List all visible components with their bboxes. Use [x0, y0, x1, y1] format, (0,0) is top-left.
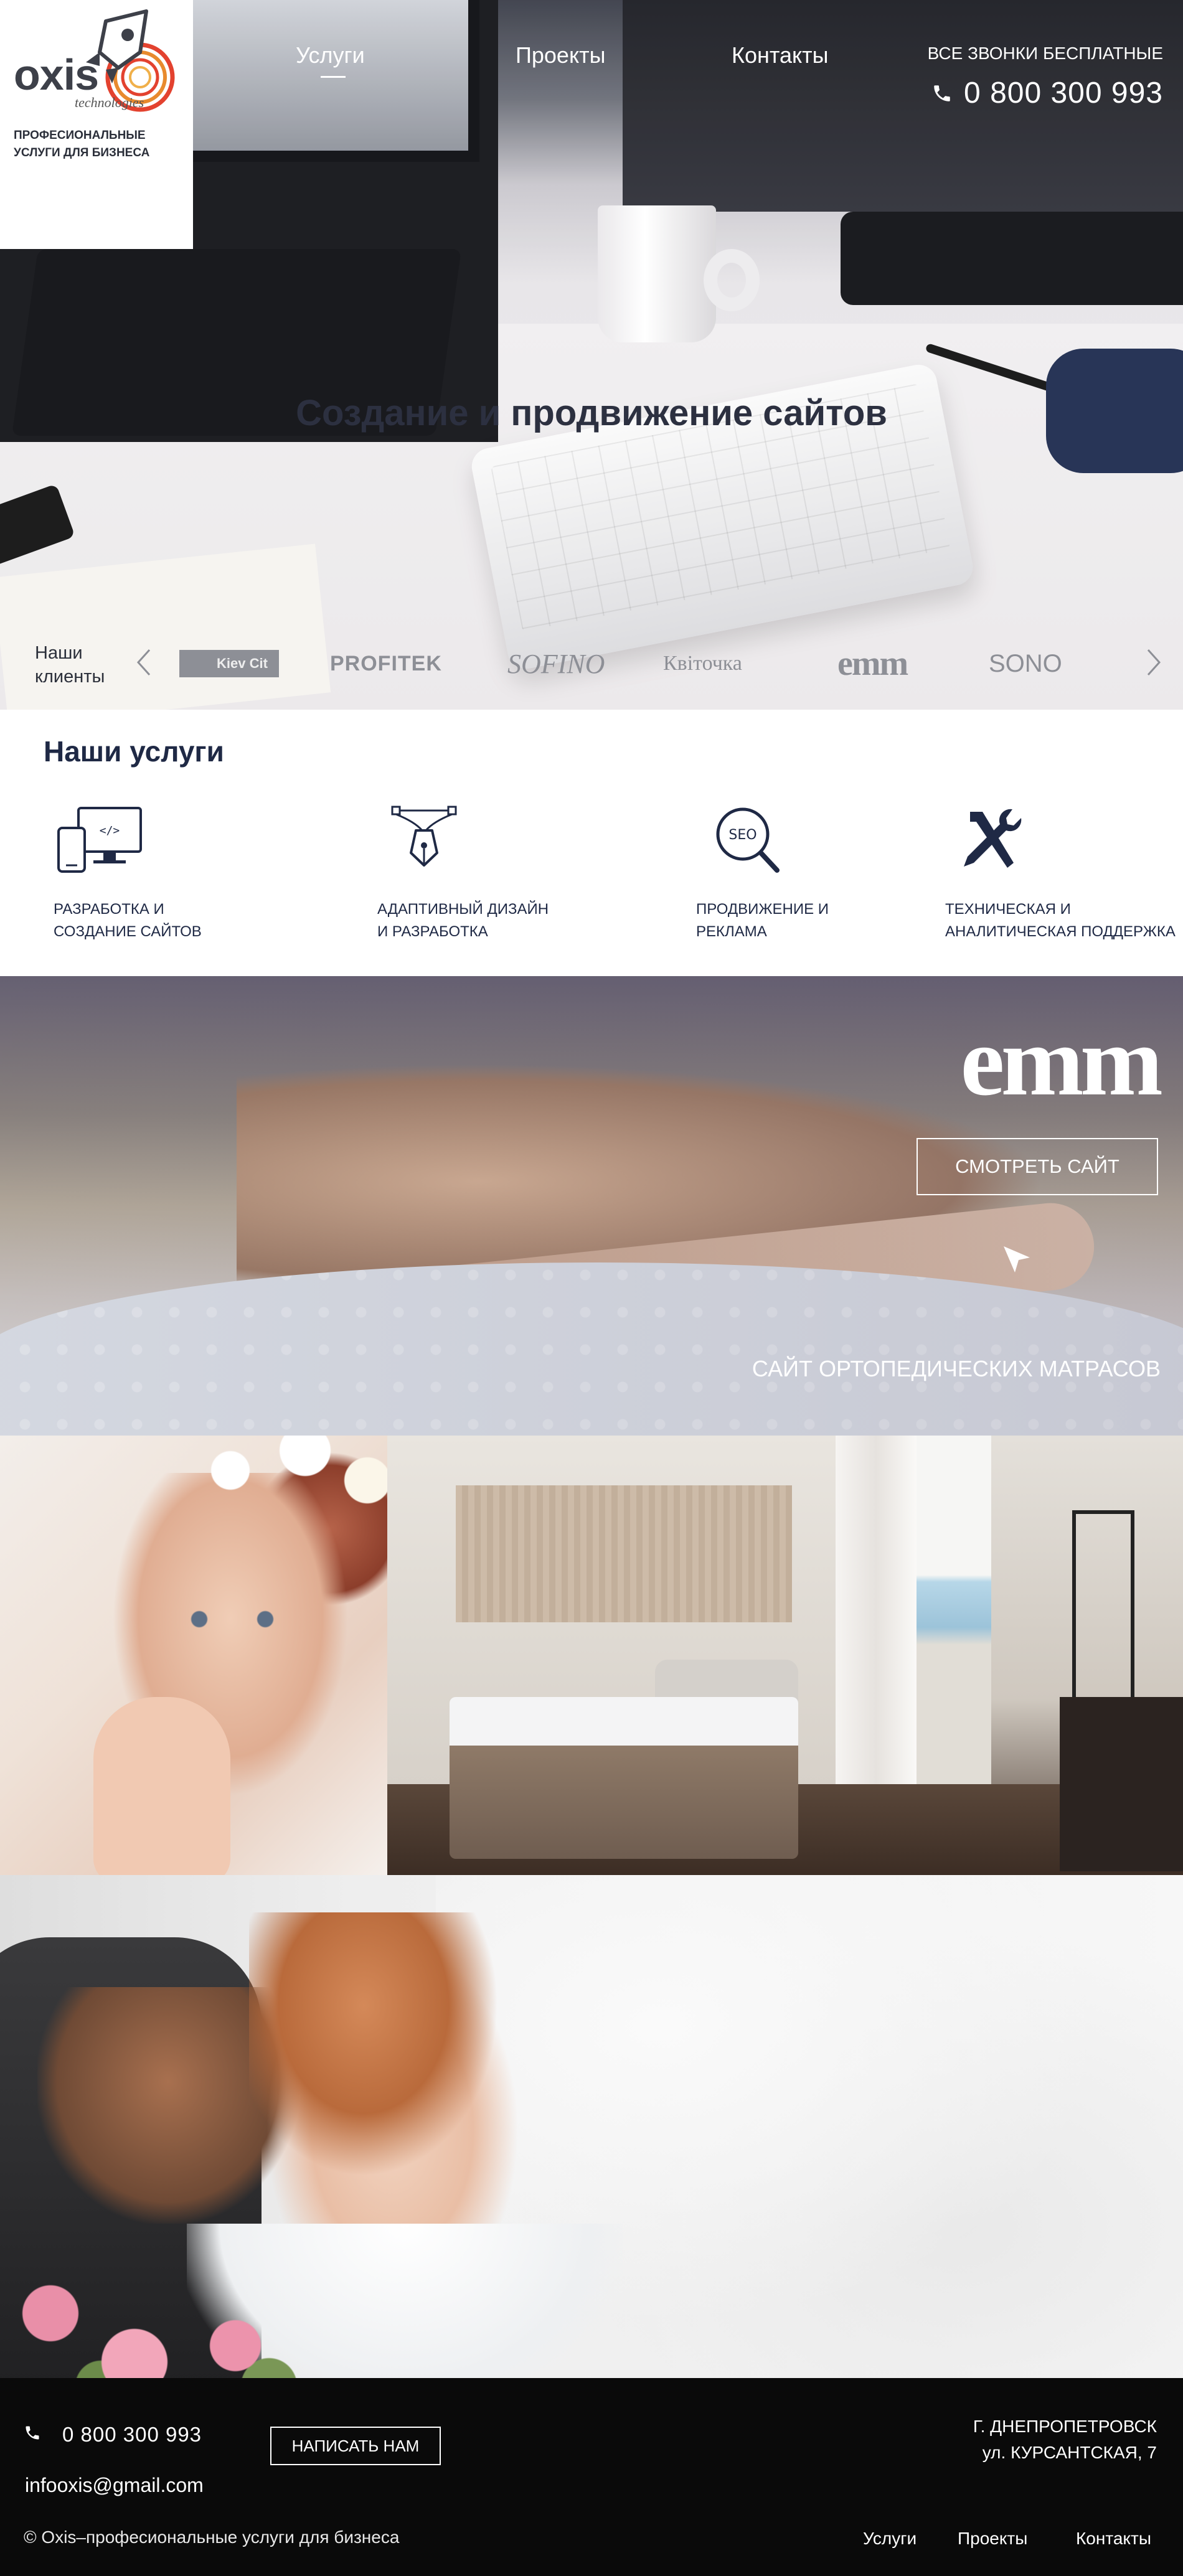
logo-block[interactable]: oxis technologies ПРОФЕСИОНАЛЬНЫЕ УСЛУГИ… — [0, 0, 193, 249]
footer-street: ул. КУРСАНТСКАЯ, 7 — [982, 2443, 1157, 2462]
service-label: АДАПТИВНЫЙ ДИЗАЙН И РАЗРАБОТКА — [377, 898, 549, 943]
photo-curtain — [836, 1436, 917, 1784]
svg-text:</>: </> — [100, 824, 120, 837]
project-logo-emm: emm — [960, 1005, 1163, 1116]
footer-nav-services[interactable]: Услуги — [863, 2529, 917, 2549]
chevron-left-icon[interactable] — [136, 647, 152, 677]
gallery-photo-hotel-room[interactable] — [387, 1436, 1183, 1875]
client-logo-profitek[interactable]: PROFITEK — [330, 645, 442, 682]
service-label-line2: АНАЛИТИЧЕСКАЯ ПОДДЕРЖКА — [945, 923, 1176, 940]
logo-wordmark: oxis — [14, 50, 99, 99]
service-label: РАЗРАБОТКА И СОЗДАНИЕ САЙТОВ — [54, 898, 202, 943]
footer-phone-number: 0 800 300 993 — [62, 2423, 202, 2446]
phone-icon — [931, 83, 953, 104]
service-label-line2: РЕКЛАМА — [696, 923, 767, 940]
svg-text:SEO: SEO — [728, 827, 756, 843]
service-label-line1: РАЗРАБОТКА И — [54, 901, 164, 918]
clients-label: Наши клиенты — [35, 641, 105, 689]
client-logo-sofino[interactable]: SOFINO — [507, 645, 605, 682]
clients-label-line1: Наши — [35, 643, 83, 663]
service-label-line1: АДАПТИВНЫЙ ДИЗАЙН — [377, 901, 549, 918]
pen-tool-icon — [391, 806, 457, 867]
footer-email-link[interactable]: infooxis@gmail.com — [25, 2474, 204, 2497]
seo-magnifier-icon: SEO — [716, 807, 780, 873]
hero-title: Создание и продвижение сайтов — [296, 393, 887, 433]
client-logo-kievcity[interactable]: Kiev Cit — [179, 645, 279, 682]
hero-section: oxis technologies ПРОФЕСИОНАЛЬНЫЕ УСЛУГИ… — [0, 0, 1183, 710]
service-label-line2: СОЗДАНИЕ САЙТОВ — [54, 923, 202, 940]
cursor-arrow-icon — [1004, 1246, 1030, 1272]
photo-headboard-panel — [456, 1485, 792, 1622]
service-adaptive-design[interactable]: АДАПТИВНЫЙ ДИЗАЙН И РАЗРАБОТКА — [377, 803, 549, 943]
photo-window — [917, 1436, 991, 1784]
devices-code-icon: </> — [57, 807, 142, 873]
photo-bouquet — [0, 2249, 336, 2378]
photo-shelf — [1072, 1510, 1134, 1697]
nav-active-underline — [321, 76, 346, 78]
service-label-line2: И РАЗРАБОТКА — [377, 923, 488, 940]
service-label-line1: ТЕХНИЧЕСКАЯ И — [945, 901, 1071, 918]
client-logo-emm[interactable]: emm — [837, 644, 908, 683]
photo-hand — [93, 1697, 230, 1875]
phone-icon — [24, 2423, 41, 2447]
tools-icon — [964, 809, 1022, 868]
footer-phone[interactable]: 0 800 300 993 — [24, 2423, 202, 2447]
photo-desk — [1060, 1697, 1183, 1871]
photo-eyes — [168, 1610, 293, 1629]
footer-copyright: © Oxis–професиональные услуги для бизнес… — [24, 2527, 400, 2547]
free-calls-label: ВСЕ ЗВОНКИ БЕСПЛАТНЫЕ — [927, 44, 1163, 63]
clients-label-line2: клиенты — [35, 667, 105, 687]
project-banner-emm: emm СМОТРЕТЬ САЙТ САЙТ ОРТОПЕДИЧЕСКИХ МА… — [0, 976, 1183, 1436]
header-phone-number: 0 800 300 993 — [964, 77, 1163, 110]
services-section: Наши услуги </> РАЗРАБОТКА И СОЗДАНИЕ СА… — [0, 710, 1183, 976]
client-logo-kvitochka[interactable]: Квiточка — [663, 645, 742, 682]
photo-flowers — [156, 1436, 387, 1510]
services-title: Наши услуги — [44, 735, 224, 768]
gallery-photo-wedding-couple[interactable] — [0, 1875, 1183, 2378]
service-support[interactable]: ТЕХНИЧЕСКАЯ И АНАЛИТИЧЕСКАЯ ПОДДЕРЖКА — [945, 803, 1176, 943]
photo-bride — [249, 1912, 535, 2224]
project-caption: САЙТ ОРТОПЕДИЧЕСКИХ МАТРАСОВ — [752, 1356, 1161, 1381]
service-label-line1: ПРОДВИЖЕНИЕ И — [696, 901, 829, 918]
chevron-right-icon[interactable] — [1146, 647, 1162, 677]
header-phone[interactable]: 0 800 300 993 — [931, 76, 1163, 110]
service-promotion[interactable]: SEO ПРОДВИЖЕНИЕ И РЕКЛАМА — [696, 803, 829, 943]
client-logo-sono[interactable]: SONO — [989, 645, 1062, 682]
nav-item-services[interactable]: Услуги — [296, 42, 365, 68]
footer: 0 800 300 993 infooxis@gmail.com НАПИСАТ… — [0, 2378, 1183, 2576]
gallery-photo-bride[interactable] — [0, 1436, 387, 1875]
photo-bed — [450, 1697, 798, 1859]
logo-tagline: ПРОФЕСИОНАЛЬНЫЕ УСЛУГИ ДЛЯ БИЗНЕСА — [14, 129, 150, 159]
logo-subtitle: technologies — [75, 95, 144, 110]
footer-city: г. ДНЕПРОПЕТРОВСК — [973, 2417, 1157, 2436]
footer-nav-projects[interactable]: Проекты — [958, 2529, 1027, 2549]
write-us-button[interactable]: НАПИСАТЬ НАМ — [270, 2427, 441, 2465]
nav-item-contacts[interactable]: Контакты — [732, 42, 829, 68]
footer-nav-contacts[interactable]: Контакты — [1076, 2529, 1151, 2549]
client-logo-kievcity-text: Kiev Cit — [179, 650, 279, 677]
service-web-development[interactable]: </> РАЗРАБОТКА И СОЗДАНИЕ САЙТОВ — [54, 803, 202, 943]
service-label: ТЕХНИЧЕСКАЯ И АНАЛИТИЧЕСКАЯ ПОДДЕРЖКА — [945, 898, 1176, 943]
nav-item-projects[interactable]: Проекты — [516, 42, 605, 68]
view-site-button[interactable]: СМОТРЕТЬ САЙТ — [917, 1138, 1158, 1195]
service-label: ПРОДВИЖЕНИЕ И РЕКЛАМА — [696, 898, 829, 943]
